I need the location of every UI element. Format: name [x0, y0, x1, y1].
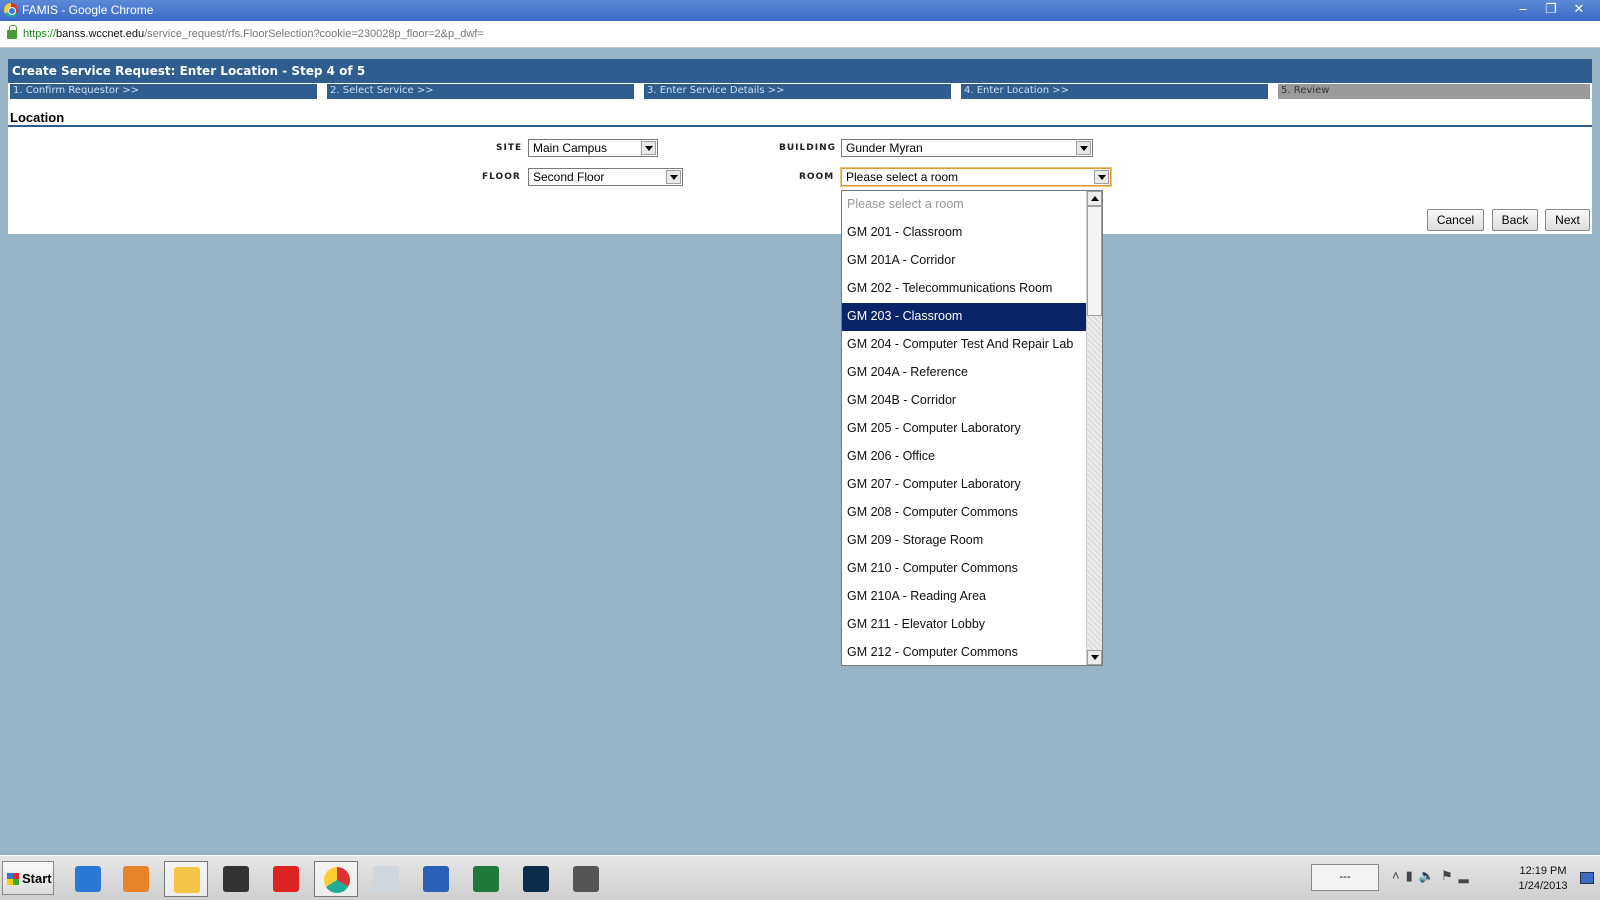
show-desktop-button[interactable] — [1580, 872, 1594, 884]
section-title: Location — [10, 110, 65, 125]
dropdown-scrollbar[interactable] — [1086, 191, 1102, 665]
chrome-icon — [4, 3, 18, 17]
taskbar-shopping-cart-button[interactable] — [264, 861, 308, 897]
taskbar-file-explorer-button[interactable] — [164, 861, 208, 897]
room-label: ROOM — [799, 172, 835, 182]
window-title: FAMIS - Google Chrome — [22, 3, 154, 17]
usb-icon[interactable]: ▮ — [1406, 868, 1419, 883]
room-select-value: Please select a room — [846, 170, 959, 184]
room-option[interactable]: GM 205 - Computer Laboratory — [842, 415, 1087, 443]
clock[interactable]: 12:19 PM 1/24/2013 — [1508, 864, 1578, 894]
taskbar-photoshop-button[interactable] — [514, 861, 558, 897]
windows-logo-icon — [7, 873, 19, 885]
chevron-down-icon[interactable] — [1094, 170, 1109, 184]
address-bar[interactable]: https://banss.wccnet.edu/service_request… — [0, 21, 1600, 48]
room-option[interactable]: GM 207 - Computer Laboratory — [842, 471, 1087, 499]
floor-select-value: Second Floor — [533, 170, 605, 184]
url-text[interactable]: https://banss.wccnet.edu/service_request… — [23, 28, 484, 40]
room-option[interactable]: GM 204 - Computer Test And Repair Lab — [842, 331, 1087, 359]
room-option[interactable]: GM 208 - Computer Commons — [842, 499, 1087, 527]
taskbar-media-player-button[interactable] — [114, 861, 158, 897]
restore-button[interactable]: ❐ — [1538, 1, 1564, 19]
room-option[interactable]: GM 209 - Storage Room — [842, 527, 1087, 555]
step-review: 5. Review — [1278, 84, 1590, 99]
word-icon — [423, 866, 449, 892]
step-enter-location[interactable]: 4. Enter Location >> — [961, 84, 1268, 99]
chevron-down-icon[interactable] — [666, 170, 681, 184]
room-option[interactable]: GM 201A - Corridor — [842, 247, 1087, 275]
room-option[interactable]: GM 212 - Computer Commons — [842, 639, 1087, 667]
room-option[interactable]: GM 204B - Corridor — [842, 387, 1087, 415]
start-button[interactable]: Start — [2, 861, 54, 895]
minimize-button[interactable]: – — [1510, 1, 1536, 19]
site-label: SITE — [496, 143, 523, 153]
file-explorer-icon — [174, 867, 200, 893]
section-divider — [8, 125, 1592, 127]
step-enter-service-details[interactable]: 3. Enter Service Details >> — [644, 84, 951, 99]
scroll-down-icon[interactable] — [1087, 650, 1102, 665]
system-tray[interactable]: ˄▮🔈⚑▂ — [1392, 868, 1475, 884]
device-icon — [573, 866, 599, 892]
taskbar-internet-explorer-button[interactable] — [66, 861, 110, 897]
room-option[interactable]: GM 204A - Reference — [842, 359, 1087, 387]
step-confirm-requestor[interactable]: 1. Confirm Requestor >> — [10, 84, 317, 99]
window-title-bar: FAMIS - Google Chrome – ❐ ✕ — [0, 0, 1600, 21]
floor-label: FLOOR — [482, 172, 521, 182]
scrollbar-thumb[interactable] — [1087, 206, 1102, 316]
chevron-down-icon[interactable] — [641, 141, 656, 155]
clock-date: 1/24/2013 — [1518, 880, 1568, 892]
floor-select[interactable]: Second Floor — [528, 168, 683, 186]
taskbar-excel-button[interactable] — [464, 861, 508, 897]
page-header: Create Service Request: Enter Location -… — [8, 59, 1592, 83]
scroll-up-icon[interactable] — [1087, 191, 1102, 206]
site-select[interactable]: Main Campus — [528, 139, 658, 157]
excel-icon — [473, 866, 499, 892]
room-option[interactable]: GM 211 - Elevator Lobby — [842, 611, 1087, 639]
taskbar-chrome-button[interactable] — [314, 861, 358, 897]
network-icon[interactable]: ▂ — [1459, 868, 1475, 883]
internet-explorer-icon — [75, 866, 101, 892]
building-label: BUILDING — [779, 143, 836, 153]
tray-indicator[interactable]: --- — [1311, 864, 1379, 891]
chevron-up-icon[interactable]: ˄ — [1392, 868, 1406, 883]
room-option[interactable]: GM 203 - Classroom — [842, 303, 1087, 331]
next-button[interactable]: Next — [1545, 209, 1590, 231]
window-controls: – ❐ ✕ — [1508, 1, 1592, 19]
calculator-icon — [373, 866, 399, 892]
volume-icon[interactable]: 🔈 — [1419, 868, 1441, 883]
step-bar: 1. Confirm Requestor >> 2. Select Servic… — [8, 83, 1592, 99]
room-option[interactable]: GM 210A - Reading Area — [842, 583, 1087, 611]
taskbar-scanner-button[interactable] — [214, 861, 258, 897]
action-center-flag-icon[interactable]: ⚑ — [1441, 868, 1459, 883]
close-button[interactable]: ✕ — [1566, 1, 1592, 19]
room-option[interactable]: GM 206 - Office — [842, 443, 1087, 471]
site-select-value: Main Campus — [533, 141, 608, 155]
cancel-button[interactable]: Cancel — [1427, 209, 1484, 231]
chrome-icon — [324, 867, 350, 893]
room-option[interactable]: GM 210 - Computer Commons — [842, 555, 1087, 583]
scanner-icon — [223, 866, 249, 892]
building-select-value: Gunder Myran — [846, 141, 923, 155]
lock-icon — [7, 25, 17, 39]
back-button[interactable]: Back — [1492, 209, 1538, 231]
room-option[interactable]: GM 201 - Classroom — [842, 219, 1087, 247]
taskbar-device-button[interactable] — [564, 861, 608, 897]
room-dropdown-list[interactable]: Please select a room GM 201 - Classroom GM… — [841, 190, 1103, 666]
shopping-cart-icon — [273, 866, 299, 892]
room-option[interactable]: GM 202 - Telecommunications Room — [842, 275, 1087, 303]
room-option-placeholder[interactable]: Please select a room — [842, 191, 1087, 219]
taskbar-word-button[interactable] — [414, 861, 458, 897]
building-select[interactable]: Gunder Myran — [841, 139, 1093, 157]
taskbar: Start --- ˄▮🔈⚑▂ 12:19 PM 1/24/2013 — [0, 855, 1600, 900]
room-select[interactable]: Please select a room — [841, 168, 1111, 186]
clock-time: 12:19 PM — [1519, 865, 1567, 877]
media-player-icon — [123, 866, 149, 892]
chevron-down-icon[interactable] — [1076, 141, 1091, 155]
photoshop-icon — [523, 866, 549, 892]
taskbar-calculator-button[interactable] — [364, 861, 408, 897]
step-select-service[interactable]: 2. Select Service >> — [327, 84, 634, 99]
page-content: Create Service Request: Enter Location -… — [8, 59, 1592, 234]
